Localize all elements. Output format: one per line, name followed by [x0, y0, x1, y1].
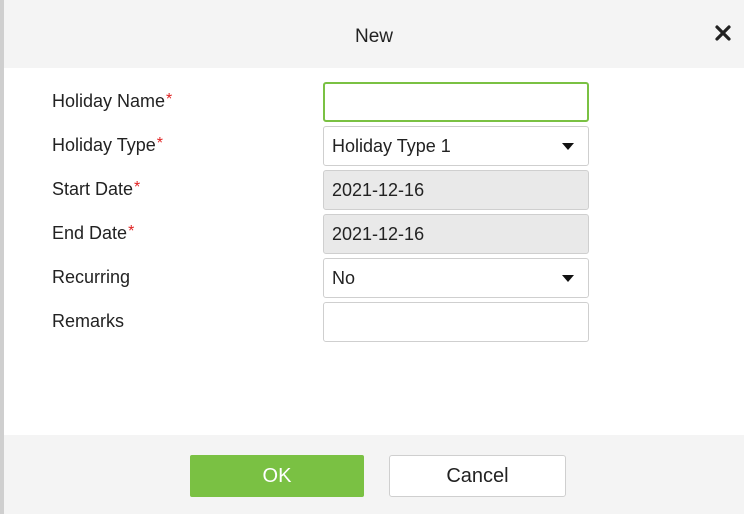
holiday-type-row: Holiday Type* Holiday Type 1 [4, 126, 744, 166]
recurring-label: Recurring [52, 267, 131, 287]
remarks-row: Remarks [4, 302, 744, 342]
end-date-label: End Date* [52, 223, 135, 243]
end-date-value: 2021-12-16 [332, 224, 425, 244]
holiday-type-value: Holiday Type 1 [332, 136, 451, 156]
end-date-row: End Date* 2021-12-16 [4, 214, 744, 254]
required-marker: * [134, 179, 141, 196]
dropdown-arrow-icon [562, 143, 574, 150]
new-holiday-dialog: New Holiday Name* Holiday Type* Holiday … [0, 0, 744, 514]
dialog-footer: OK Cancel [4, 435, 744, 514]
holiday-name-row: Holiday Name* [4, 82, 744, 122]
recurring-select[interactable]: No [323, 258, 589, 298]
recurring-row: Recurring No [4, 258, 744, 298]
start-date-value: 2021-12-16 [332, 180, 425, 200]
start-date-label: Start Date* [52, 179, 141, 199]
start-date-field: 2021-12-16 [323, 170, 589, 210]
cancel-button[interactable]: Cancel [389, 455, 566, 497]
dialog-title: New [354, 26, 393, 47]
required-marker: * [156, 135, 163, 152]
close-icon[interactable] [710, 20, 736, 46]
remarks-input[interactable] [323, 302, 589, 342]
ok-button[interactable]: OK [190, 455, 364, 497]
dialog-body: Holiday Name* Holiday Type* Holiday Type… [4, 68, 744, 435]
holiday-type-select[interactable]: Holiday Type 1 [323, 126, 589, 166]
start-date-row: Start Date* 2021-12-16 [4, 170, 744, 210]
remarks-label: Remarks [52, 311, 125, 331]
holiday-name-label: Holiday Name* [52, 91, 173, 111]
holiday-name-input[interactable] [323, 82, 589, 122]
required-marker: * [166, 91, 173, 108]
end-date-field: 2021-12-16 [323, 214, 589, 254]
dropdown-arrow-icon [562, 275, 574, 282]
dialog-titlebar: New [4, 0, 744, 68]
recurring-value: No [332, 268, 356, 288]
required-marker: * [128, 223, 135, 240]
holiday-type-label: Holiday Type* [52, 135, 163, 155]
